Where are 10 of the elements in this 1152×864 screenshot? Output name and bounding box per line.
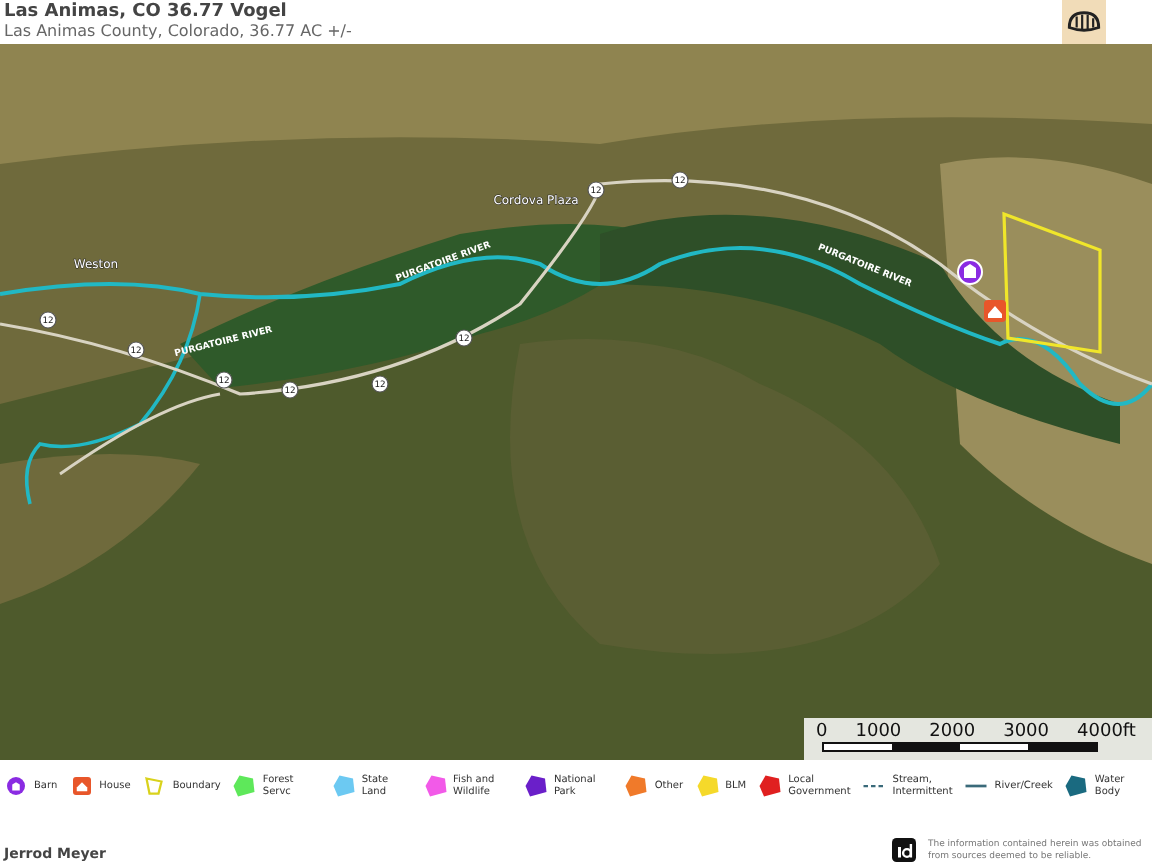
scale-label: 2000 — [929, 722, 976, 742]
listing-subtitle: Las Animas County, Colorado, 36.77 AC +/- — [4, 22, 352, 42]
scale-label: 1000 — [855, 722, 902, 742]
property-boundary — [1002, 211, 1102, 354]
listing-title: Las Animas, CO 36.77 Vogel — [4, 2, 289, 22]
scale-label: 3000 — [1003, 722, 1049, 742]
logo-icon — [1060, 0, 1108, 44]
scale-label: 4000ft — [1077, 722, 1136, 742]
house-marker — [984, 300, 1006, 322]
scale-label: 0 — [816, 722, 828, 742]
